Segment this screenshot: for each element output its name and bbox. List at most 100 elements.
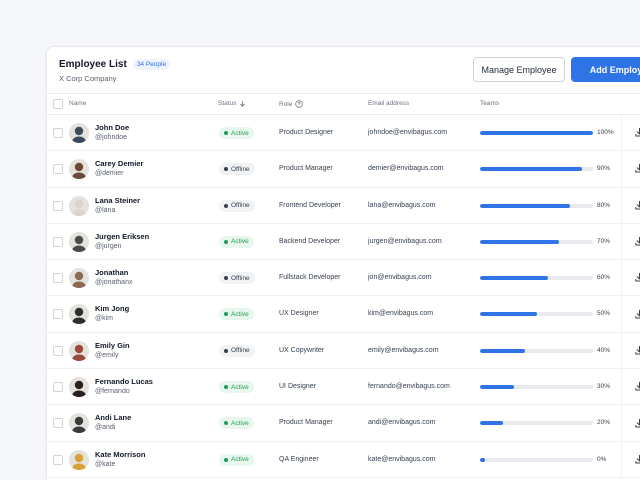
column-email[interactable]: Email address	[368, 100, 409, 107]
status-label: Active	[231, 419, 249, 427]
select-all-checkbox[interactable]	[53, 99, 63, 109]
employee-email: lana@envibagus.com	[368, 201, 436, 209]
table-row[interactable]: Fernando Lucas @fernando Active UI Desig…	[47, 369, 640, 406]
table-header: Name Status Role Email address Teams	[47, 93, 640, 115]
column-name[interactable]: Name	[69, 100, 86, 107]
row-checkbox[interactable]	[53, 164, 63, 175]
employee-role: Product Designer	[279, 129, 334, 136]
download-button[interactable]	[621, 151, 640, 187]
employee-handle: @fernando	[95, 388, 130, 396]
status-badge: Active	[219, 127, 254, 139]
avatar	[69, 231, 89, 252]
employee-card: Employee List 34 People X Corp Company M…	[46, 46, 640, 480]
download-button[interactable]	[621, 187, 640, 223]
teams-percent: 0%	[597, 455, 607, 463]
employee-role: QA Engineer	[279, 455, 319, 463]
row-checkbox[interactable]	[53, 382, 63, 393]
employee-name: Andi Lane	[95, 413, 132, 423]
download-button[interactable]	[621, 405, 640, 441]
download-button[interactable]	[621, 260, 640, 296]
status-dot-icon	[224, 131, 228, 135]
employee-name: Fernando Lucas	[95, 377, 153, 387]
row-checkbox[interactable]	[53, 418, 63, 429]
download-icon	[635, 164, 640, 173]
avatar	[69, 268, 89, 289]
status-badge: Offline	[219, 272, 255, 285]
count-badge: 34 People	[132, 59, 171, 70]
download-button[interactable]	[621, 369, 640, 405]
status-badge: Active	[219, 453, 254, 466]
teams-progress-fill	[480, 385, 514, 390]
employee-rows: John Doe @johndoe Active Product Designe…	[47, 115, 640, 478]
status-badge: Offline	[219, 199, 255, 212]
row-checkbox[interactable]	[53, 200, 63, 211]
teams-progress-bar	[480, 239, 593, 244]
row-checkbox[interactable]	[53, 128, 63, 138]
column-teams-label: Teams	[480, 100, 500, 107]
row-checkbox[interactable]	[53, 309, 63, 320]
table-row[interactable]: Jonathan @jonathanx Offline Fullstack De…	[47, 260, 640, 297]
avatar	[69, 340, 89, 361]
status-dot-icon	[224, 203, 228, 208]
help-circle-icon[interactable]	[295, 100, 304, 108]
employee-role: UX Designer	[279, 310, 319, 318]
sort-arrow-down-icon	[240, 100, 246, 107]
avatar	[69, 159, 89, 180]
status-badge: Active	[219, 417, 254, 430]
employee-role: Frontend Developer	[279, 201, 341, 209]
status-dot-icon	[224, 421, 228, 426]
download-button[interactable]	[621, 332, 640, 369]
employee-name: Emily Gin	[95, 340, 130, 350]
status-badge: Offline	[219, 163, 255, 176]
table-row[interactable]: Jurgen Eriksen @jurgen Active Backend De…	[47, 223, 640, 261]
employee-email: jurgen@envibagus.com	[368, 237, 442, 245]
download-icon	[635, 309, 640, 319]
row-checkbox[interactable]	[53, 236, 63, 247]
employee-name: Carey Demier	[95, 159, 144, 169]
employee-email: kate@envibagus.com	[368, 455, 436, 463]
table-row[interactable]: Emily Gin @emily Offline UX Copywriter e…	[47, 332, 640, 370]
column-role[interactable]: Role	[279, 100, 304, 108]
status-badge: Offline	[219, 344, 255, 357]
row-checkbox[interactable]	[53, 454, 63, 465]
status-label: Active	[231, 129, 249, 137]
teams-progress-bar	[480, 385, 593, 390]
teams-progress-fill	[480, 348, 526, 353]
download-icon	[635, 418, 640, 428]
column-teams[interactable]: Teams	[480, 100, 499, 107]
row-checkbox[interactable]	[53, 345, 63, 356]
table-row[interactable]: Carey Demier @demier Offline Product Man…	[47, 151, 640, 188]
table-row[interactable]: John Doe @johndoe Active Product Designe…	[47, 115, 640, 152]
employee-role: UI Designer	[279, 383, 316, 391]
status-label: Active	[231, 456, 249, 464]
column-status[interactable]: Status	[218, 100, 246, 107]
table-row[interactable]: Kate Morrison @kate Active QA Engineer k…	[47, 441, 640, 478]
employee-handle: @kate	[95, 460, 116, 468]
status-label: Offline	[231, 274, 250, 282]
download-icon	[635, 454, 640, 464]
manage-employee-button[interactable]: Manage Employee	[473, 57, 565, 82]
teams-progress-bar	[480, 276, 593, 281]
employee-handle: @jurgen	[95, 242, 122, 250]
teams-percent: 90%	[597, 165, 611, 173]
status-badge: Active	[219, 235, 254, 248]
table-row[interactable]: Andi Lane @andi Active Product Manager a…	[47, 405, 640, 442]
teams-percent: 30%	[597, 383, 611, 391]
status-badge: Active	[219, 308, 254, 321]
row-checkbox[interactable]	[53, 273, 63, 284]
download-icon	[635, 345, 640, 355]
add-employee-button[interactable]: Add Employee	[571, 57, 640, 82]
teams-progress-fill	[480, 457, 485, 462]
employee-role: Fullstack Developer	[279, 274, 341, 282]
employee-name: Kate Morrison	[95, 449, 146, 459]
employee-email: johndoe@envibagus.com	[368, 129, 448, 136]
employee-handle: @emily	[95, 351, 119, 359]
download-button[interactable]	[621, 441, 640, 477]
table-row[interactable]: Lana Steiner @lana Offline Frontend Deve…	[47, 187, 640, 224]
download-button[interactable]	[621, 296, 640, 332]
employee-handle: @kim	[95, 315, 113, 323]
download-button[interactable]	[621, 115, 640, 151]
table-row[interactable]: Kim Jong @kim Active UX Designer kim@env…	[47, 296, 640, 333]
download-button[interactable]	[621, 223, 640, 260]
employee-name: Jonathan	[95, 268, 129, 278]
